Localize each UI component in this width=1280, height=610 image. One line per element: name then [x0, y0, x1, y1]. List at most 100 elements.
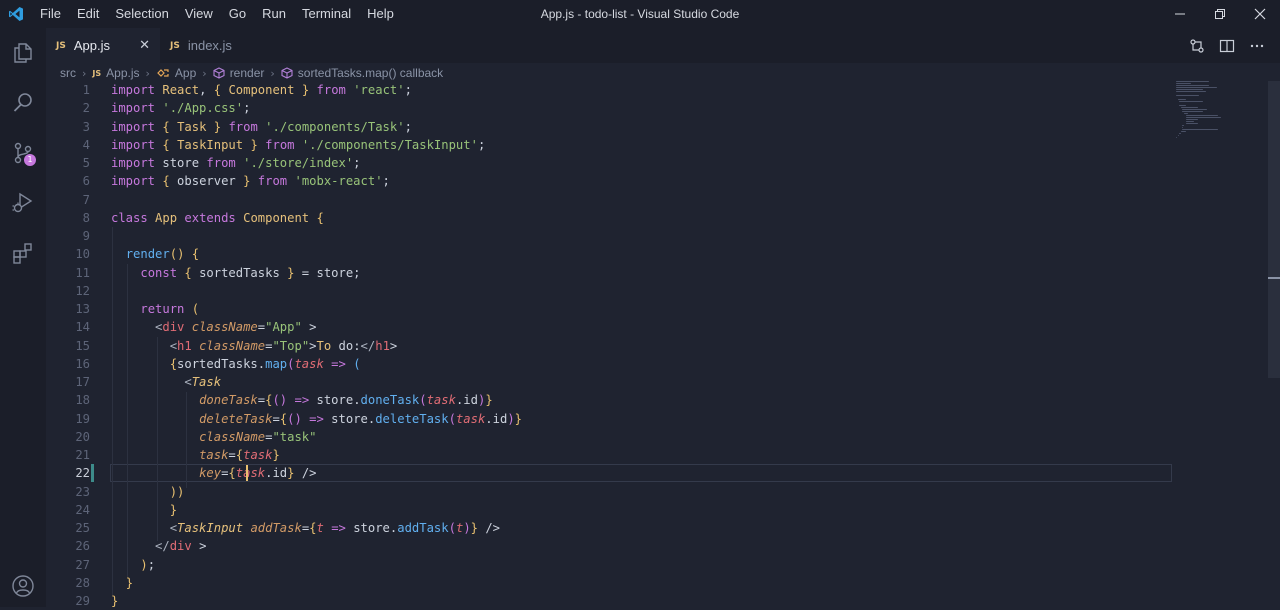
breadcrumb-item-method[interactable]: render [230, 66, 265, 80]
minimap[interactable] [1176, 81, 1268, 141]
minimap-line [1179, 101, 1204, 102]
code-line: deleteTask={() => store.deleteTask(task.… [199, 411, 522, 426]
minimap-line [1177, 135, 1179, 136]
line-number: 8 [82, 210, 90, 225]
activity-bar: 1 [0, 28, 46, 607]
open-changes-icon[interactable] [1182, 38, 1212, 54]
minimap-line [1185, 123, 1199, 124]
editor-actions [1182, 28, 1272, 63]
run-debug-icon[interactable] [0, 178, 46, 228]
menu-run[interactable]: Run [254, 0, 294, 28]
code-line: <div className="App" > [155, 320, 317, 335]
method-symbol-icon [281, 67, 293, 79]
code-line: import { observer } from 'mobx-react'; [111, 174, 390, 189]
restore-icon[interactable] [1200, 0, 1240, 28]
line-number: 26 [75, 539, 90, 554]
line-number: 20 [75, 429, 90, 444]
tab-index-js[interactable]: JS index.js [160, 28, 278, 63]
minimap-line [1176, 81, 1209, 82]
code-line: } [111, 594, 119, 608]
line-number: 17 [75, 375, 90, 389]
code-line: import './App.css'; [111, 101, 251, 116]
minimap-line [1185, 117, 1221, 118]
breadcrumb-item-src[interactable]: src [60, 66, 76, 80]
modified-line-marker [91, 464, 94, 482]
title-bar: File Edit Selection View Go Run Terminal… [0, 0, 1280, 28]
scrollbar-cursor-marker [1268, 277, 1280, 279]
menu-help[interactable]: Help [359, 0, 402, 28]
chevron-right-icon: › [145, 66, 150, 80]
files-icon[interactable] [0, 28, 46, 78]
menu-file[interactable]: File [32, 0, 69, 28]
menu-go[interactable]: Go [221, 0, 254, 28]
minimap-line [1176, 89, 1204, 90]
account-icon[interactable] [0, 569, 46, 603]
tab-app-js[interactable]: JS App.js ✕ [46, 28, 160, 63]
code-line: )) [169, 484, 185, 499]
vscode-logo-icon[interactable] [0, 0, 32, 28]
minimap-line [1176, 87, 1217, 88]
line-number: 23 [75, 484, 90, 499]
line-number-gutter: 1 2 3 4 5 6 7 8 9 10 11 12 13 14 15 16 17 18 19 20 21 22 23 24 2… [46, 81, 90, 610]
code-line: <Task [184, 375, 222, 389]
minimap-line [1176, 85, 1209, 86]
more-actions-icon[interactable] [1242, 38, 1272, 54]
chevron-right-icon: › [82, 66, 87, 80]
line-number: 22 [75, 466, 90, 481]
menu-view[interactable]: View [177, 0, 221, 28]
code-line: ​ [111, 227, 522, 245]
breadcrumb-item-file[interactable]: App.js [106, 66, 139, 80]
class-symbol-icon [157, 69, 169, 77]
line-number: 5 [82, 156, 90, 170]
code-line: ); [140, 557, 156, 572]
minimap-line [1185, 121, 1195, 122]
code-editor[interactable]: import React, { Component } from 'react'… [111, 81, 522, 610]
code-line: task={task} [199, 448, 280, 462]
close-tab-icon[interactable]: ✕ [139, 38, 150, 53]
line-number: 28 [75, 575, 90, 590]
line-number: 19 [75, 411, 90, 426]
breadcrumb-item-callback[interactable]: sortedTasks.map() callback [298, 66, 443, 80]
minimap-line [1182, 125, 1184, 126]
code-line: ​ [111, 282, 522, 300]
search-icon[interactable] [0, 78, 46, 128]
breadcrumb-item-class[interactable]: App [175, 66, 196, 80]
method-symbol-icon [213, 67, 225, 79]
split-editor-icon[interactable] [1212, 38, 1242, 54]
close-window-icon[interactable] [1240, 0, 1280, 28]
menu-terminal[interactable]: Terminal [294, 0, 359, 28]
line-number: 12 [75, 283, 90, 298]
menu-edit[interactable]: Edit [69, 0, 107, 28]
menu-bar: File Edit Selection View Go Run Terminal… [32, 0, 402, 28]
minimap-line [1177, 99, 1186, 100]
line-number: 6 [82, 174, 90, 189]
minimap-line [1179, 133, 1181, 134]
line-number: 29 [75, 594, 90, 608]
extensions-icon[interactable] [0, 228, 46, 278]
line-number: 4 [82, 137, 90, 152]
tab-label: App.js [73, 38, 110, 53]
line-number: 16 [75, 356, 90, 371]
line-number: 25 [75, 521, 90, 535]
source-control-icon[interactable]: 1 [0, 128, 46, 178]
js-file-icon: JS [170, 40, 180, 51]
minimap-line [1182, 127, 1184, 128]
js-file-icon: JS [56, 40, 66, 51]
line-number: 3 [82, 119, 90, 134]
line-number: 7 [82, 192, 90, 207]
minimize-icon[interactable] [1160, 0, 1200, 28]
code-line: ​ [111, 191, 522, 209]
chevron-right-icon: › [270, 66, 275, 80]
code-line: } [169, 502, 178, 517]
menu-selection[interactable]: Selection [107, 0, 176, 28]
code-line: doneTask={() => store.doneTask(task.id)} [199, 393, 493, 408]
line-number: 10 [75, 247, 90, 262]
scrollbar-thumb[interactable] [1268, 81, 1280, 378]
minimap-line [1180, 131, 1187, 132]
tab-label: index.js [187, 38, 232, 53]
code-line: return ( [140, 302, 200, 316]
minimap-line [1185, 115, 1218, 116]
minimap-line [1179, 105, 1186, 106]
editor-tabs: JS App.js ✕ JS index.js [46, 28, 1280, 63]
minimap-line [1176, 91, 1207, 92]
